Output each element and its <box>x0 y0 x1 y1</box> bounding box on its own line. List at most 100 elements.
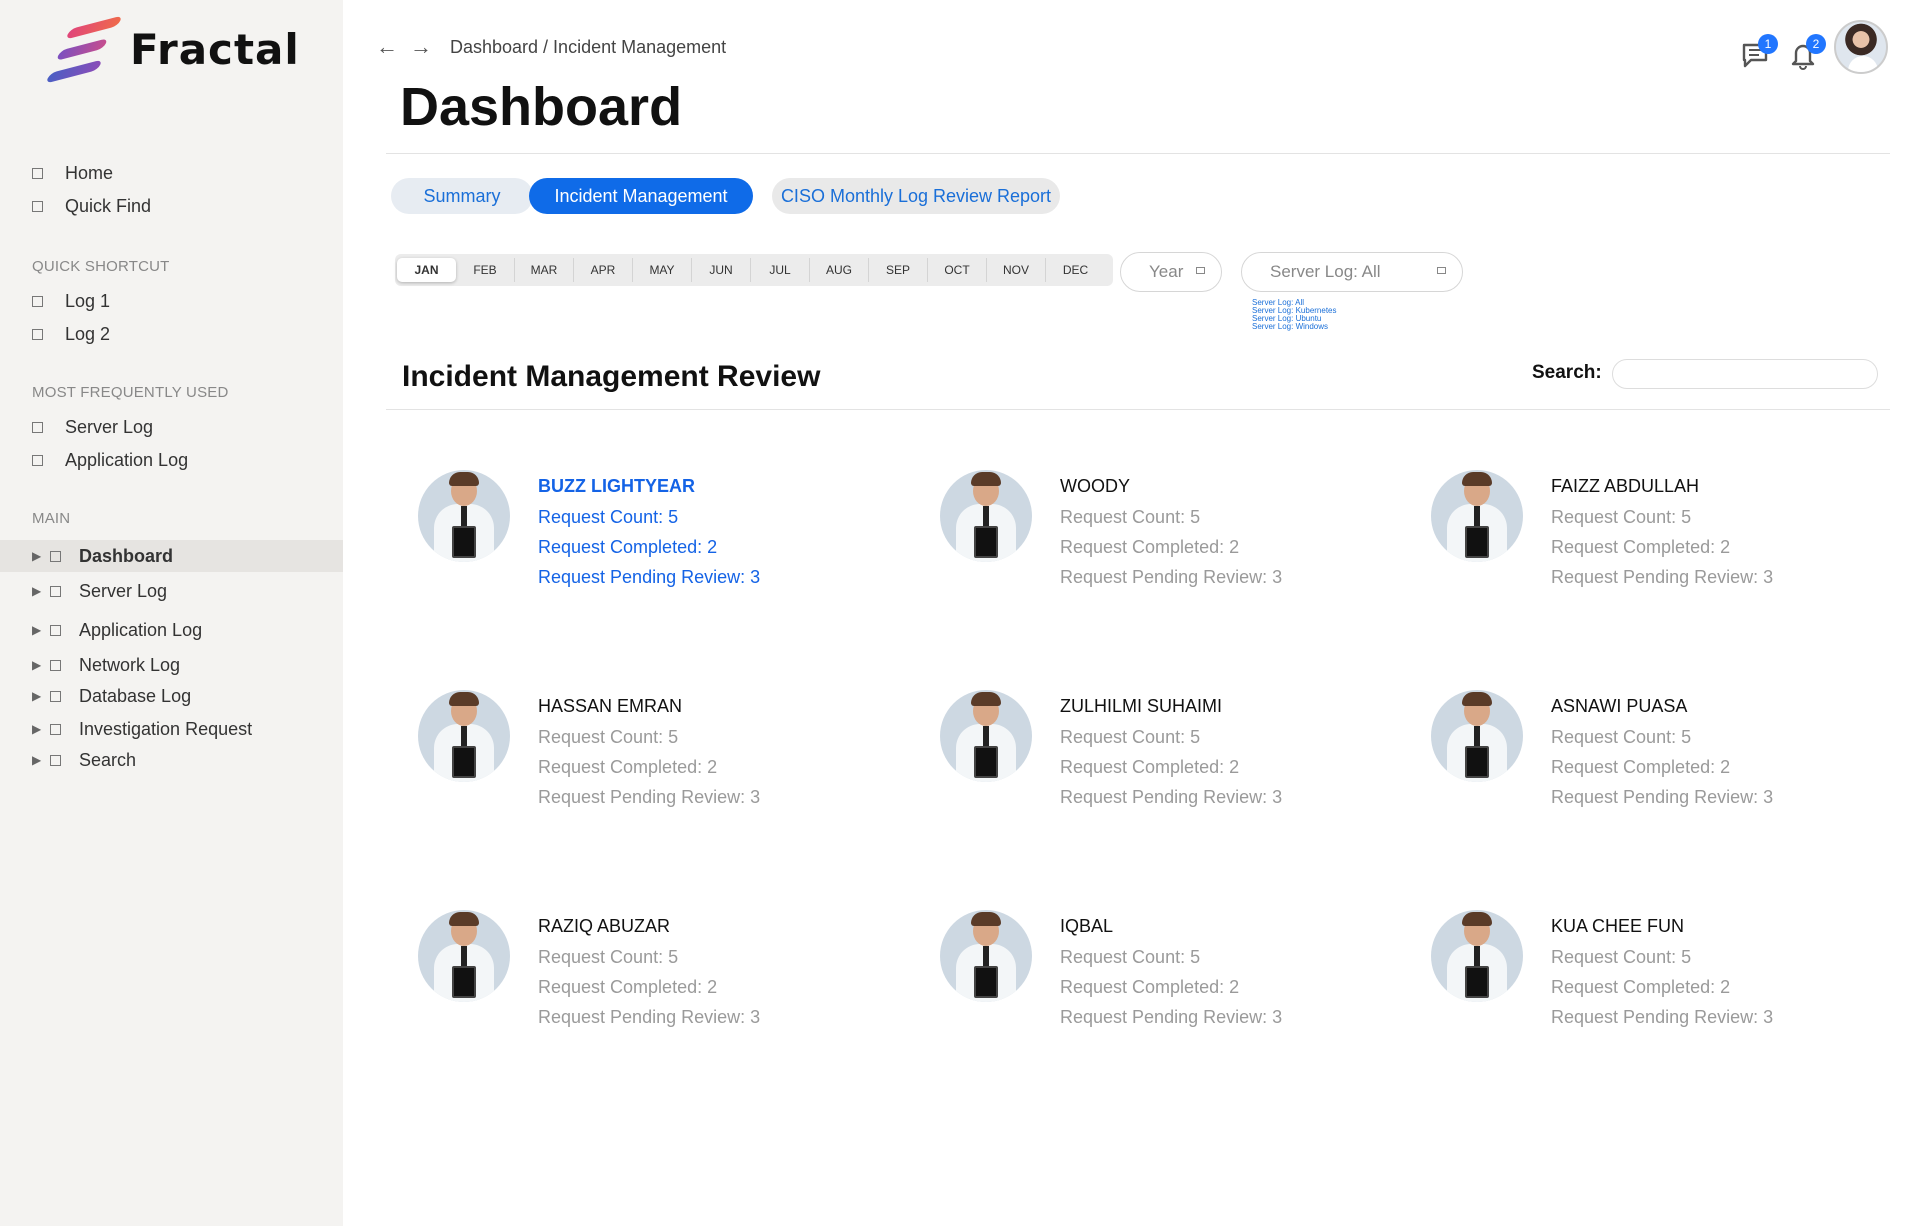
person-card[interactable]: HASSAN EMRAN Request Count: 5 Request Co… <box>418 690 838 810</box>
person-name[interactable]: FAIZZ ABDULLAH <box>1551 476 1699 497</box>
sidebar-item-dashboard[interactable]: ▶ Dashboard <box>0 540 343 572</box>
quick-find-icon <box>32 200 43 212</box>
dashboard-icon <box>50 550 61 562</box>
sidebar-item-label: Dashboard <box>79 545 174 566</box>
log-icon <box>32 328 43 340</box>
sidebar-item-label: Quick Find <box>65 195 152 216</box>
server-log-select[interactable]: Server Log: All <box>1241 252 1463 292</box>
person-card[interactable]: FAIZZ ABDULLAH Request Count: 5 Request … <box>1431 470 1851 590</box>
person-card[interactable]: IQBAL Request Count: 5 Request Completed… <box>940 910 1360 1030</box>
expand-arrow-icon[interactable]: ▶ <box>32 623 44 637</box>
person-avatar <box>1431 470 1523 562</box>
forward-arrow-icon[interactable]: → <box>410 34 432 60</box>
person-card[interactable]: WOODY Request Count: 5 Request Completed… <box>940 470 1360 590</box>
person-card[interactable]: ASNAWI PUASA Request Count: 5 Request Co… <box>1431 690 1851 810</box>
request-completed: Request Completed: 2 <box>1060 977 1240 997</box>
person-card[interactable]: KUA CHEE FUN Request Count: 5 Request Co… <box>1431 910 1851 1030</box>
sidebar-item-application-log[interactable]: ▶ Application Log <box>0 614 343 646</box>
month-oct[interactable]: OCT <box>928 258 987 282</box>
sidebar-item-label: Home <box>65 162 114 183</box>
request-count: Request Count: 5 <box>1551 507 1692 527</box>
request-count: Request Count: 5 <box>538 947 679 967</box>
person-card[interactable]: RAZIQ ABUZAR Request Count: 5 Request Co… <box>418 910 838 1030</box>
person-name[interactable]: IQBAL <box>1060 916 1113 937</box>
request-pending-review: Request Pending Review: 3 <box>1551 787 1774 807</box>
sidebar-item-search[interactable]: ▶ Search <box>0 744 343 776</box>
fractal-logo[interactable]: Fractal <box>45 12 300 87</box>
month-nov[interactable]: NOV <box>987 258 1046 282</box>
person-name[interactable]: ZULHILMI SUHAIMI <box>1060 696 1222 717</box>
sidebar-item-network-log[interactable]: ▶ Network Log <box>0 649 343 681</box>
month-may[interactable]: MAY <box>633 258 692 282</box>
month-feb[interactable]: FEB <box>456 258 515 282</box>
breadcrumb[interactable]: Dashboard / Incident Management <box>450 37 726 58</box>
person-avatar <box>940 910 1032 1002</box>
application-log-icon <box>50 624 61 636</box>
sidebar-item-log-1[interactable]: Log 1 <box>32 288 110 314</box>
year-select[interactable]: Year <box>1120 252 1222 292</box>
request-pending-review: Request Pending Review: 3 <box>1551 1007 1774 1027</box>
dropdown-icon <box>1437 267 1446 274</box>
person-name[interactable]: ASNAWI PUASA <box>1551 696 1687 717</box>
search-input[interactable] <box>1612 359 1878 389</box>
sidebar-item-server-log-shortcut[interactable]: Server Log <box>32 414 153 440</box>
messages-button[interactable]: 1 <box>1738 34 1778 74</box>
tab-summary[interactable]: Summary <box>391 178 533 214</box>
month-jun[interactable]: JUN <box>692 258 751 282</box>
month-sep[interactable]: SEP <box>869 258 928 282</box>
expand-arrow-icon[interactable]: ▶ <box>32 689 44 703</box>
month-jan[interactable]: JAN <box>397 258 456 282</box>
sidebar-item-label: Log 2 <box>65 323 111 344</box>
person-avatar <box>418 910 510 1002</box>
application-log-icon <box>32 454 43 466</box>
database-log-icon <box>50 690 61 702</box>
dropdown-icon <box>1196 267 1205 274</box>
month-mar[interactable]: MAR <box>515 258 574 282</box>
user-avatar[interactable] <box>1834 20 1888 74</box>
sidebar-item-quick-find[interactable]: Quick Find <box>32 193 151 219</box>
person-name[interactable]: HASSAN EMRAN <box>538 696 682 717</box>
server-log-select-value: Server Log: All <box>1270 262 1381 281</box>
person-avatar <box>940 690 1032 782</box>
request-pending-review: Request Pending Review: 3 <box>538 787 761 807</box>
request-pending-review: Request Pending Review: 3 <box>1551 567 1774 587</box>
back-arrow-icon[interactable]: ← <box>376 34 398 60</box>
expand-arrow-icon[interactable]: ▶ <box>32 753 44 767</box>
sidebar-item-home[interactable]: Home <box>32 160 113 186</box>
sidebar-item-server-log[interactable]: ▶ Server Log <box>0 575 343 607</box>
person-avatar <box>1431 910 1523 1002</box>
sidebar-item-log-2[interactable]: Log 2 <box>32 321 110 347</box>
request-completed: Request Completed: 2 <box>1551 757 1731 777</box>
person-name[interactable]: BUZZ LIGHTYEAR <box>538 476 695 497</box>
month-jul[interactable]: JUL <box>751 258 810 282</box>
person-card[interactable]: BUZZ LIGHTYEAR Request Count: 5 Request … <box>418 470 838 590</box>
tab-ciso-monthly-log-review-report[interactable]: CISO Monthly Log Review Report <box>772 178 1060 214</box>
tab-incident-management[interactable]: Incident Management <box>529 178 753 214</box>
section-title-main: MAIN <box>32 510 71 527</box>
page-title: Dashboard <box>400 77 683 137</box>
request-count: Request Count: 5 <box>1551 947 1692 967</box>
sidebar-item-application-log-shortcut[interactable]: Application Log <box>32 447 188 473</box>
request-completed: Request Completed: 2 <box>1551 977 1731 997</box>
sidebar-item-investigation-request[interactable]: ▶ Investigation Request <box>0 713 343 745</box>
expand-arrow-icon[interactable]: ▶ <box>32 658 44 672</box>
month-dec[interactable]: DEC <box>1046 258 1105 282</box>
expand-arrow-icon[interactable]: ▶ <box>32 549 44 563</box>
month-aug[interactable]: AUG <box>810 258 869 282</box>
month-apr[interactable]: APR <box>574 258 633 282</box>
person-name[interactable]: RAZIQ ABUZAR <box>538 916 670 937</box>
expand-arrow-icon[interactable]: ▶ <box>32 584 44 598</box>
person-card[interactable]: ZULHILMI SUHAIMI Request Count: 5 Reques… <box>940 690 1360 810</box>
person-name[interactable]: WOODY <box>1060 476 1130 497</box>
network-log-icon <box>50 659 61 671</box>
expand-arrow-icon[interactable]: ▶ <box>32 722 44 736</box>
person-name[interactable]: KUA CHEE FUN <box>1551 916 1684 937</box>
notifications-button[interactable]: 2 <box>1786 34 1826 74</box>
server-log-option[interactable]: Server Log: Windows <box>1252 323 1337 331</box>
notifications-badge: 2 <box>1806 34 1826 54</box>
request-pending-review: Request Pending Review: 3 <box>538 567 761 587</box>
search-icon <box>50 754 61 766</box>
person-avatar <box>1431 690 1523 782</box>
sidebar-item-database-log[interactable]: ▶ Database Log <box>0 680 343 712</box>
person-avatar <box>418 470 510 562</box>
